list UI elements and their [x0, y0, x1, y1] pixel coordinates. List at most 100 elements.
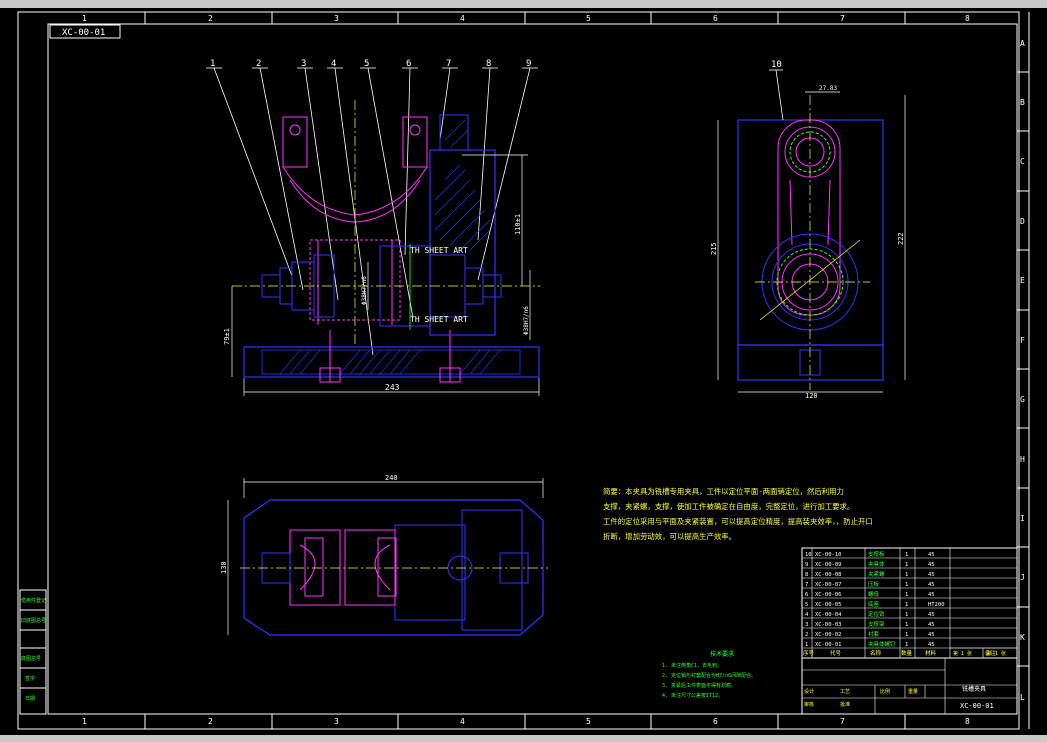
bom-cell-mat: 45: [928, 622, 935, 628]
tech-item: 2. 定位销与衬套配合为H7/n6间隙配合。: [662, 672, 756, 679]
bom-cell-no: 9: [805, 562, 808, 568]
col-label: 6: [713, 717, 718, 726]
balloon-label: 3: [301, 59, 306, 69]
cad-drawing-canvas[interactable]: 1 2 3 4 5 6 7 8 1 2 3 4 5 6 7 8 A B C D …: [0, 0, 1047, 742]
reg-label: 签字: [25, 675, 35, 682]
bom-cell-code: XC-00-01: [815, 642, 842, 648]
bom-cell-name: 夹具体: [868, 560, 885, 568]
tech-item: 4. 未注尺寸公差按IT12。: [662, 692, 723, 699]
row-label: A: [1020, 39, 1025, 48]
reg-label: 底图总号: [21, 655, 41, 662]
col-label: 5: [586, 717, 591, 726]
bom-cell-mat: 45: [928, 552, 935, 558]
row-label: F: [1020, 336, 1025, 345]
bom-cell-qty: 1: [905, 582, 908, 588]
bom-cell-mat: 45: [928, 592, 935, 598]
balloon-label: 6: [406, 59, 411, 69]
bom-header-cell: 名称: [870, 649, 882, 657]
dim-text: 27.83: [819, 85, 837, 92]
bom-cell-mat: 45: [928, 632, 935, 638]
dim-text: Φ38H7/n6: [523, 306, 530, 335]
balloon-label: 1: [210, 59, 215, 69]
dim-text: 240: [385, 474, 398, 482]
col-label: 8: [965, 717, 970, 726]
top-view[interactable]: 240 130: [220, 474, 548, 636]
bom-cell-code: XC-00-06: [815, 592, 842, 598]
balloon-label: 10: [771, 60, 782, 70]
reg-label: 旧底图总号: [21, 617, 46, 624]
bom-cell-code: XC-00-02: [815, 632, 842, 638]
bom-cell-no: 4: [805, 612, 809, 618]
clamp-top: [439, 114, 469, 151]
dim-text: 79±1: [223, 328, 231, 345]
border-row-labels: A B C D E F G H I J K L: [1020, 39, 1025, 702]
bom-cell-no: 1: [805, 642, 808, 648]
row-label: J: [1020, 573, 1025, 582]
title-label: 工艺: [840, 689, 850, 695]
bom-cell-no: 2: [805, 632, 808, 638]
bom-cell-code: XC-00-05: [815, 602, 842, 608]
note-line: 支撑，夹紧螺，支撑，使加工件被确定在自由度，完整定位，进行加工要求。: [603, 502, 854, 511]
col-label: 4: [460, 14, 465, 23]
bom-header-cell: 材料: [925, 649, 937, 657]
tech-title: 技术要求: [710, 650, 734, 658]
bom-cell-qty: 1: [905, 622, 908, 628]
row-label: H: [1020, 455, 1025, 464]
side-view[interactable]: 10 120 215 222 27.83: [710, 60, 906, 400]
bom-cell-name: 夹紧螺: [868, 570, 885, 578]
col-label: 4: [460, 717, 465, 726]
front-view[interactable]: 1 2 3 4 5 6 7 8 9 TH SHEET ART TH SHEET …: [206, 59, 540, 396]
col-label: 2: [208, 717, 213, 726]
note-line: 工件的定位采用与平面及夹紧装置，可以提高定位精度，提高装夹效率，，防止开口: [603, 517, 873, 526]
bom-cell-qty: 1: [905, 572, 908, 578]
top-dims: [227, 478, 544, 635]
dim-text: 120: [805, 392, 818, 400]
bom-cell-code: XC-00-04: [815, 612, 842, 618]
bom-cell-name: 定位销: [868, 610, 885, 618]
bom-cell-name: 支撑架: [868, 620, 885, 628]
col-label: 1: [82, 717, 87, 726]
bom-cell-mat: 45: [928, 562, 935, 568]
top-fork: [289, 529, 397, 606]
bom-cell-code: XC-00-10: [815, 552, 842, 558]
bill-of-materials: 10 XC-00-10 支撑板 1 459 XC-00-09 夹具体 1 458 XC-00-08…: [801, 547, 1018, 659]
row-label: I: [1020, 514, 1025, 523]
col-label: 3: [334, 14, 339, 23]
note-line: 折断，增加劳动效，可以提高生产效率。: [603, 532, 736, 541]
balloon-label: 8: [486, 59, 491, 69]
balloon-label: 2: [256, 59, 261, 69]
front-balloons: 1 2 3 4 5 6 7 8 9: [210, 59, 531, 69]
left-registration-strip: 借用件登记 旧底图总号 底图总号 签字 日期: [19, 589, 47, 715]
row-label: G: [1020, 395, 1025, 404]
bom-cell-qty: 1: [905, 612, 908, 618]
dim-text: 222: [897, 232, 905, 245]
callout-text: TH SHEET ART: [410, 246, 468, 255]
dim-text: 215: [710, 242, 718, 255]
bom-cell-qty: 1: [905, 562, 908, 568]
bom-header-cell: 数量: [901, 649, 913, 657]
title-block: 铣槽夹具 XC-00-01 设计 审核 工艺 批准 比例 重量 第 1 张 共 …: [801, 647, 1018, 715]
inner-frame: [47, 23, 1018, 715]
bom-cell-qty: 1: [905, 552, 908, 558]
reg-label: 借用件登记: [21, 597, 46, 604]
bom-cell-no: 6: [805, 592, 808, 598]
bom-cell-no: 5: [805, 602, 808, 608]
col-label: 5: [586, 14, 591, 23]
sheet-no: 共 1 张: [987, 650, 1006, 657]
row-label: B: [1020, 98, 1025, 107]
bom-cell-qty: 1: [905, 592, 908, 598]
col-label: 1: [82, 14, 87, 23]
reg-label: 日期: [25, 696, 35, 702]
tech-requirements: 技术要求 1. 未注倒角C1，去毛刺。 2. 定位销与衬套配合为H7/n6间隙配…: [662, 650, 756, 699]
balloon-label: 9: [526, 59, 531, 69]
side-body: [737, 119, 884, 346]
bom-cell-qty: 1: [905, 632, 908, 638]
row-label: E: [1020, 276, 1025, 285]
side-fork: [777, 119, 841, 316]
code-box-text: XC-00-01: [62, 28, 105, 38]
col-label: 3: [334, 717, 339, 726]
col-label: 6: [713, 14, 718, 23]
bom-header-cell: 代号: [830, 649, 842, 657]
side-dims: [717, 91, 906, 393]
bom-cell-no: 8: [805, 572, 808, 578]
